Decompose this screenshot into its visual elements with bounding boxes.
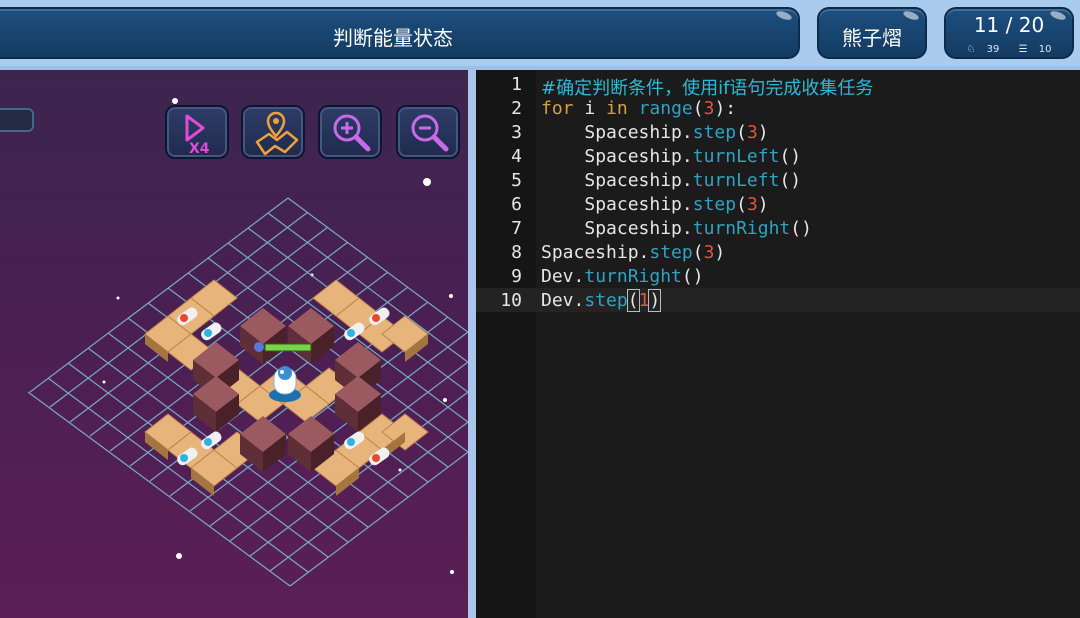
line-code: Spaceship.turnLeft()	[584, 146, 802, 167]
line-number: 1	[511, 74, 522, 95]
code-line-3[interactable]: 3 Spaceship.step(3)	[476, 120, 1080, 144]
line-number: 9	[511, 266, 522, 287]
code-line-8[interactable]: 8 Spaceship.step(3)	[476, 240, 1080, 264]
map-location-icon	[255, 111, 299, 156]
line-number: 3	[511, 122, 522, 143]
lines-stat: ☰ 10	[1018, 44, 1052, 55]
line-code: Dev.turnRight()	[541, 266, 704, 287]
line-code: Spaceship.turnLeft()	[584, 170, 802, 191]
line-code: for i in range(3):	[541, 98, 737, 119]
panel-divider[interactable]	[468, 70, 476, 618]
line-code: Spaceship.step(3)	[584, 194, 769, 215]
code-line-10[interactable]: 10 Dev.step(1)	[476, 288, 1080, 312]
play-x4-icon: X4	[185, 114, 210, 154]
map-button[interactable]	[241, 105, 305, 159]
level-progress-button[interactable]: 11 / 20 ♘ 39 ☰ 10	[944, 7, 1074, 59]
line-number: 5	[511, 170, 522, 191]
top-bar: 判断能量状态 熊子熠 11 / 20 ♘ 39 ☰ 10	[0, 0, 1080, 66]
level-counter: 11 / 20	[973, 13, 1045, 37]
lines-icon: ☰	[1018, 44, 1028, 55]
code-line-9[interactable]: 9 Dev.turnRight()	[476, 264, 1080, 288]
line-number: 2	[511, 98, 522, 119]
line-number: 7	[511, 218, 522, 239]
code-line-5[interactable]: 5 Spaceship.turnLeft()	[476, 168, 1080, 192]
code-line-6[interactable]: 6 Spaceship.step(3)	[476, 192, 1080, 216]
code-line-1[interactable]: 1 #确定判断条件，使用if语句完成收集任务	[476, 72, 1080, 99]
speed-display	[0, 108, 34, 132]
likes-stat: ♘ 39	[966, 44, 1000, 55]
line-number: 6	[511, 194, 522, 215]
line-code: Dev.step(1)	[541, 289, 662, 312]
level-title-banner: 判断能量状态	[0, 7, 800, 59]
line-code: Spaceship.turnRight()	[584, 218, 812, 239]
speed-x4-button[interactable]: X4	[165, 105, 229, 159]
line-code: Spaceship.step(3)	[541, 242, 726, 263]
code-line-7[interactable]: 7 Spaceship.turnRight()	[476, 216, 1080, 240]
zoom-out-button[interactable]	[396, 105, 460, 159]
line-number: 8	[511, 242, 522, 263]
code-line-2[interactable]: 2 for i in range(3):	[476, 96, 1080, 120]
zoom-in-button[interactable]	[318, 105, 382, 159]
code-line-4[interactable]: 4 Spaceship.turnLeft()	[476, 144, 1080, 168]
line-number: 4	[511, 146, 522, 167]
user-name-button[interactable]: 熊子熠	[817, 7, 927, 59]
thumb-icon: ♘	[966, 44, 976, 55]
user-name: 熊子熠	[842, 26, 902, 50]
zoom-out-icon	[411, 114, 449, 152]
level-stats: ♘ 39 ☰ 10	[946, 44, 1072, 55]
level-title: 判断能量状态	[333, 26, 453, 50]
game-canvas[interactable]: X4	[0, 70, 468, 618]
svg-text:X4: X4	[189, 141, 210, 154]
code-editor[interactable]: 1 #确定判断条件，使用if语句完成收集任务 2 for i in range(…	[476, 70, 1080, 618]
line-code: Spaceship.step(3)	[584, 122, 769, 143]
line-number: 10	[500, 290, 522, 311]
zoom-in-icon	[333, 114, 371, 152]
